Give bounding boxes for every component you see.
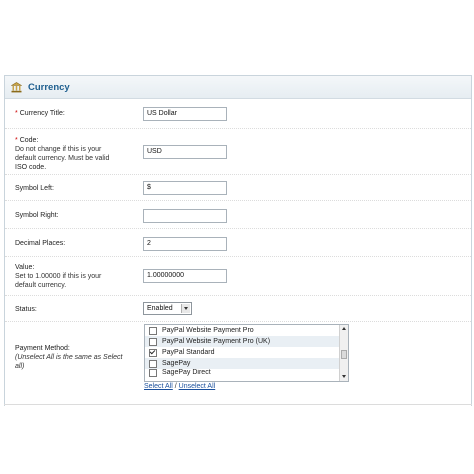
status-row: Status: Enabled — [5, 296, 471, 322]
value-label: Value: Set to 1.00000 if this is your de… — [15, 264, 102, 289]
payment-method-list[interactable]: PayPal Website Payment Pro PayPal Websit… — [144, 324, 349, 382]
code-input[interactable]: USD — [143, 145, 227, 159]
currency-title-row: * Currency Title: US Dollar — [5, 99, 471, 129]
page-title: Currency — [28, 81, 70, 93]
value-input[interactable]: 1.00000000 — [143, 269, 227, 283]
payment-method-label: Payment Method: (Unselect All is the sam… — [15, 345, 123, 370]
status-select[interactable]: Enabled — [143, 302, 192, 315]
scrollbar[interactable] — [339, 325, 348, 381]
currency-panel: Currency * Currency Title: US Dollar * C… — [4, 75, 472, 406]
checkbox[interactable] — [149, 326, 157, 335]
list-item[interactable]: PayPal Standard — [145, 347, 348, 358]
select-all-link[interactable]: Select All — [144, 383, 173, 390]
scroll-thumb[interactable] — [341, 350, 347, 359]
decimal-places-row: Decimal Places: 2 — [5, 229, 471, 257]
panel-header: Currency — [5, 76, 471, 99]
unselect-all-link[interactable]: Unselect All — [179, 383, 216, 390]
bank-icon — [11, 81, 22, 93]
decimal-places-input[interactable]: 2 — [143, 237, 227, 251]
chevron-down-icon[interactable] — [181, 304, 190, 313]
scroll-down-icon[interactable] — [341, 374, 347, 380]
symbol-right-input[interactable] — [143, 209, 227, 223]
select-links: Select All / Unselect All — [144, 383, 216, 390]
symbol-left-input[interactable]: $ — [143, 181, 227, 195]
code-label: * Code: Do not change if this is your de… — [15, 137, 110, 171]
checkbox[interactable] — [149, 359, 157, 368]
list-item[interactable]: PayPal Website Payment Pro (UK) — [145, 336, 348, 347]
divider — [4, 404, 472, 405]
status-label: Status: — [15, 306, 37, 313]
symbol-left-label: Symbol Left: — [15, 185, 54, 192]
scroll-up-icon[interactable] — [341, 326, 347, 332]
checkbox[interactable] — [149, 369, 157, 377]
currency-title-input[interactable]: US Dollar — [143, 107, 227, 121]
code-row: * Code: Do not change if this is your de… — [5, 129, 471, 175]
symbol-right-label: Symbol Right: — [15, 212, 59, 219]
iso-code-link[interactable]: ISO code — [15, 164, 44, 171]
list-item[interactable]: PayPal Website Payment Pro — [145, 325, 348, 336]
currency-title-label: * Currency Title: — [15, 110, 65, 117]
value-row: Value: Set to 1.00000 if this is your de… — [5, 257, 471, 296]
checkbox[interactable] — [149, 337, 157, 346]
list-item[interactable]: SagePay Direct — [145, 369, 348, 377]
decimal-places-label: Decimal Places: — [15, 240, 66, 247]
status-selected-value: Enabled — [147, 305, 173, 312]
list-item[interactable]: SagePay — [145, 358, 348, 369]
symbol-right-row: Symbol Right: — [5, 201, 471, 229]
symbol-left-row: Symbol Left: $ — [5, 175, 471, 201]
checkbox-checked[interactable] — [149, 348, 157, 357]
